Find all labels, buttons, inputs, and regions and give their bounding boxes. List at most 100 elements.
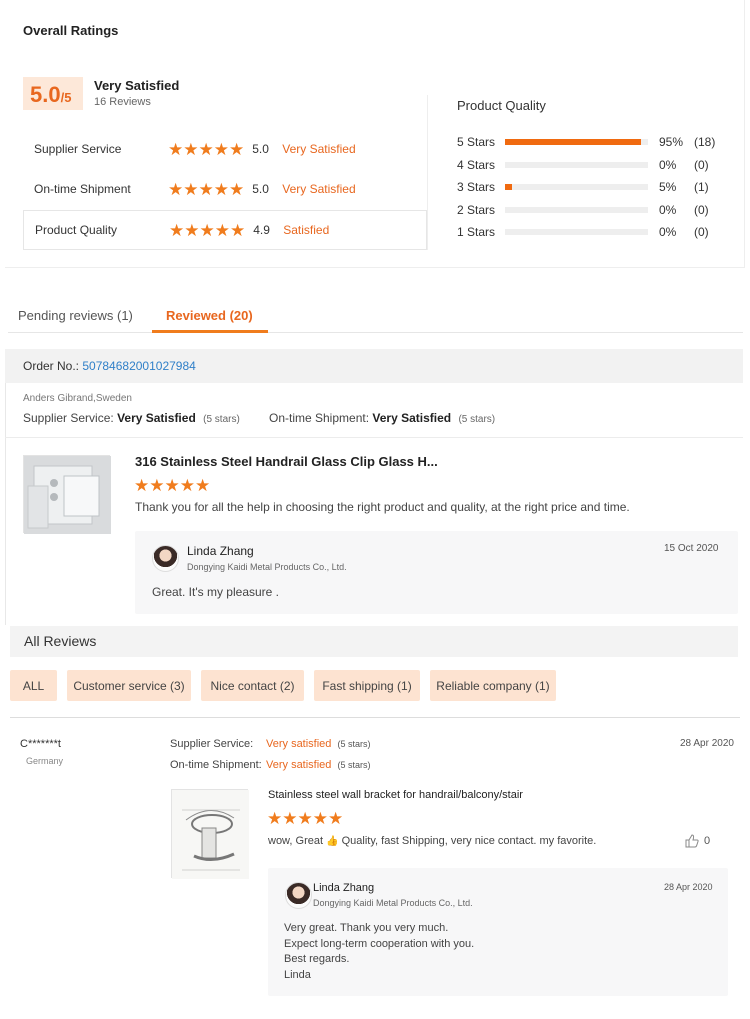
stars-label: 2 Stars [457,203,496,217]
quality-distribution-row: 4 Stars 0% (0) [457,154,737,176]
shipment-value: Very satisfied [266,759,332,771]
rating-row-on-time-shipment: On-time Shipment ★★★★★ 5.0 Very Satisfie… [23,169,427,209]
distribution-bar-fill [505,139,641,145]
reply-line: Very great. Thank you very much. [284,922,449,934]
star-icon: ★ [282,809,298,828]
star-icon: ★ [229,139,245,159]
reply-line: Expect long-term cooperation with you. [284,937,475,950]
product-image[interactable] [171,789,249,879]
all-reviews-title: All Reviews [24,633,97,649]
star-icon: ★ [168,139,184,159]
order-service-rating: Supplier Service: Very Satisfied (5 star… [23,411,240,425]
avatar [285,882,312,909]
star-icon: ★ [214,220,230,240]
filter-chip-reliable-company[interactable]: Reliable company (1) [430,670,556,701]
panel-divider [427,95,428,250]
comment-part: wow, Great [268,835,324,847]
reply-author: Linda Zhang [313,882,375,894]
rating-value: 5.0 [252,142,269,156]
review-comment: Thank you for all the help in choosing t… [135,500,630,514]
service-label: Supplier Service: [170,738,254,750]
star-icon: ★ [164,476,180,495]
shipment-stars: (5 stars) [458,414,496,425]
star-rating: ★★★★★ [168,181,244,198]
reply-author: Linda Zhang [187,544,254,558]
product-image[interactable] [23,455,111,534]
star-icon: ★ [199,220,215,240]
distribution-percent: 0% [659,203,677,217]
filter-chip-all[interactable]: ALL [10,670,57,701]
product-quality-title: Product Quality [457,98,546,113]
filter-chip-customer-service[interactable]: Customer service (3) [67,670,191,701]
tab-active-indicator [152,330,268,333]
rating-label: On-time Shipment [34,182,131,196]
overall-ratings-title: Overall Ratings [23,23,119,38]
shipment-stars: (5 stars) [337,760,371,770]
product-title[interactable]: 316 Stainless Steel Handrail Glass Clip … [135,454,438,469]
reply-text: Very great. Thank you very much. Expect … [284,921,474,983]
product-star-rating: ★★★★★ [134,477,210,494]
rating-row-supplier-service: Supplier Service ★★★★★ 5.0 Very Satisfie… [23,129,427,169]
rating-word: Very Satisfied [282,182,356,196]
star-icon: ★ [328,809,344,828]
tab-pending-reviews[interactable]: Pending reviews (1) [18,308,133,323]
distribution-count: (0) [694,158,709,172]
distribution-bar [505,162,648,168]
like-icon [685,834,699,848]
filter-chip-nice-contact[interactable]: Nice contact (2) [201,670,304,701]
quality-distribution-row: 1 Stars 0% (0) [457,221,737,243]
review-comment: wow, Great 👍 Quality, fast Shipping, ver… [268,835,596,847]
star-icon: ★ [195,476,211,495]
shipment-label: On-time Shipment: [170,759,262,771]
wall-bracket-illustration [172,790,249,879]
like-count: 0 [704,835,711,847]
distribution-bar [505,139,648,145]
star-icon: ★ [213,179,229,199]
star-icon: ★ [184,220,200,240]
service-value: Very Satisfied [117,411,196,425]
quality-distribution-row: 2 Stars 0% (0) [457,199,737,221]
star-icon: ★ [198,139,214,159]
overall-summary: Very Satisfied [94,78,180,93]
avatar [152,545,179,572]
stars-label: 3 Stars [457,180,496,194]
review-product-title[interactable]: Stainless steel wall bracket for handrai… [268,789,523,801]
rating-word: Very Satisfied [282,142,356,156]
quality-distribution-row: 3 Stars 5% (1) [457,176,737,198]
distribution-count: (0) [694,203,709,217]
like-button[interactable]: 0 [685,834,710,848]
tab-reviewed[interactable]: Reviewed (20) [166,308,253,323]
star-icon: ★ [183,179,199,199]
all-reviews-header: All Reviews [10,626,738,657]
review-shipment-rating: On-time Shipment: Very satisfied (5 stars… [170,759,371,771]
distribution-bar [505,207,648,213]
distribution-count: (0) [694,225,709,239]
filter-chip-fast-shipping[interactable]: Fast shipping (1) [314,670,420,701]
service-label: Supplier Service: [23,411,114,425]
service-stars: (5 stars) [337,739,371,749]
star-icon: ★ [183,139,199,159]
rating-value: 4.9 [253,223,270,237]
review-user: C*******t [20,738,61,750]
reply-line: Linda [284,968,311,981]
distribution-count: (1) [694,180,709,194]
reply-line: Best regards. [284,953,350,965]
service-stars: (5 stars) [203,414,240,425]
star-icon: ★ [213,139,229,159]
rating-label: Supplier Service [34,142,122,156]
distribution-bar-fill [505,184,513,190]
quality-distribution-row: 5 Stars 95% (18) [457,131,737,153]
order-number-link[interactable]: 5078468200102798​4 [82,359,195,373]
rating-row-product-quality[interactable]: Product Quality ★★★★★ 4.9 Satisfied [23,210,427,250]
star-icon: ★ [149,476,165,495]
star-icon: ★ [198,179,214,199]
review-star-rating: ★★★★★ [267,810,343,827]
reply-text: Great. It's my pleasure . [152,585,280,599]
star-icon: ★ [267,809,283,828]
review-country: Germany [26,756,64,766]
star-icon: ★ [230,220,246,240]
distribution-percent: 0% [659,225,677,239]
rating-word: Satisfied [283,223,330,237]
star-icon: ★ [312,809,328,828]
reply-company: Dongying Kaidi Metal Products Co., Ltd. [313,898,473,908]
